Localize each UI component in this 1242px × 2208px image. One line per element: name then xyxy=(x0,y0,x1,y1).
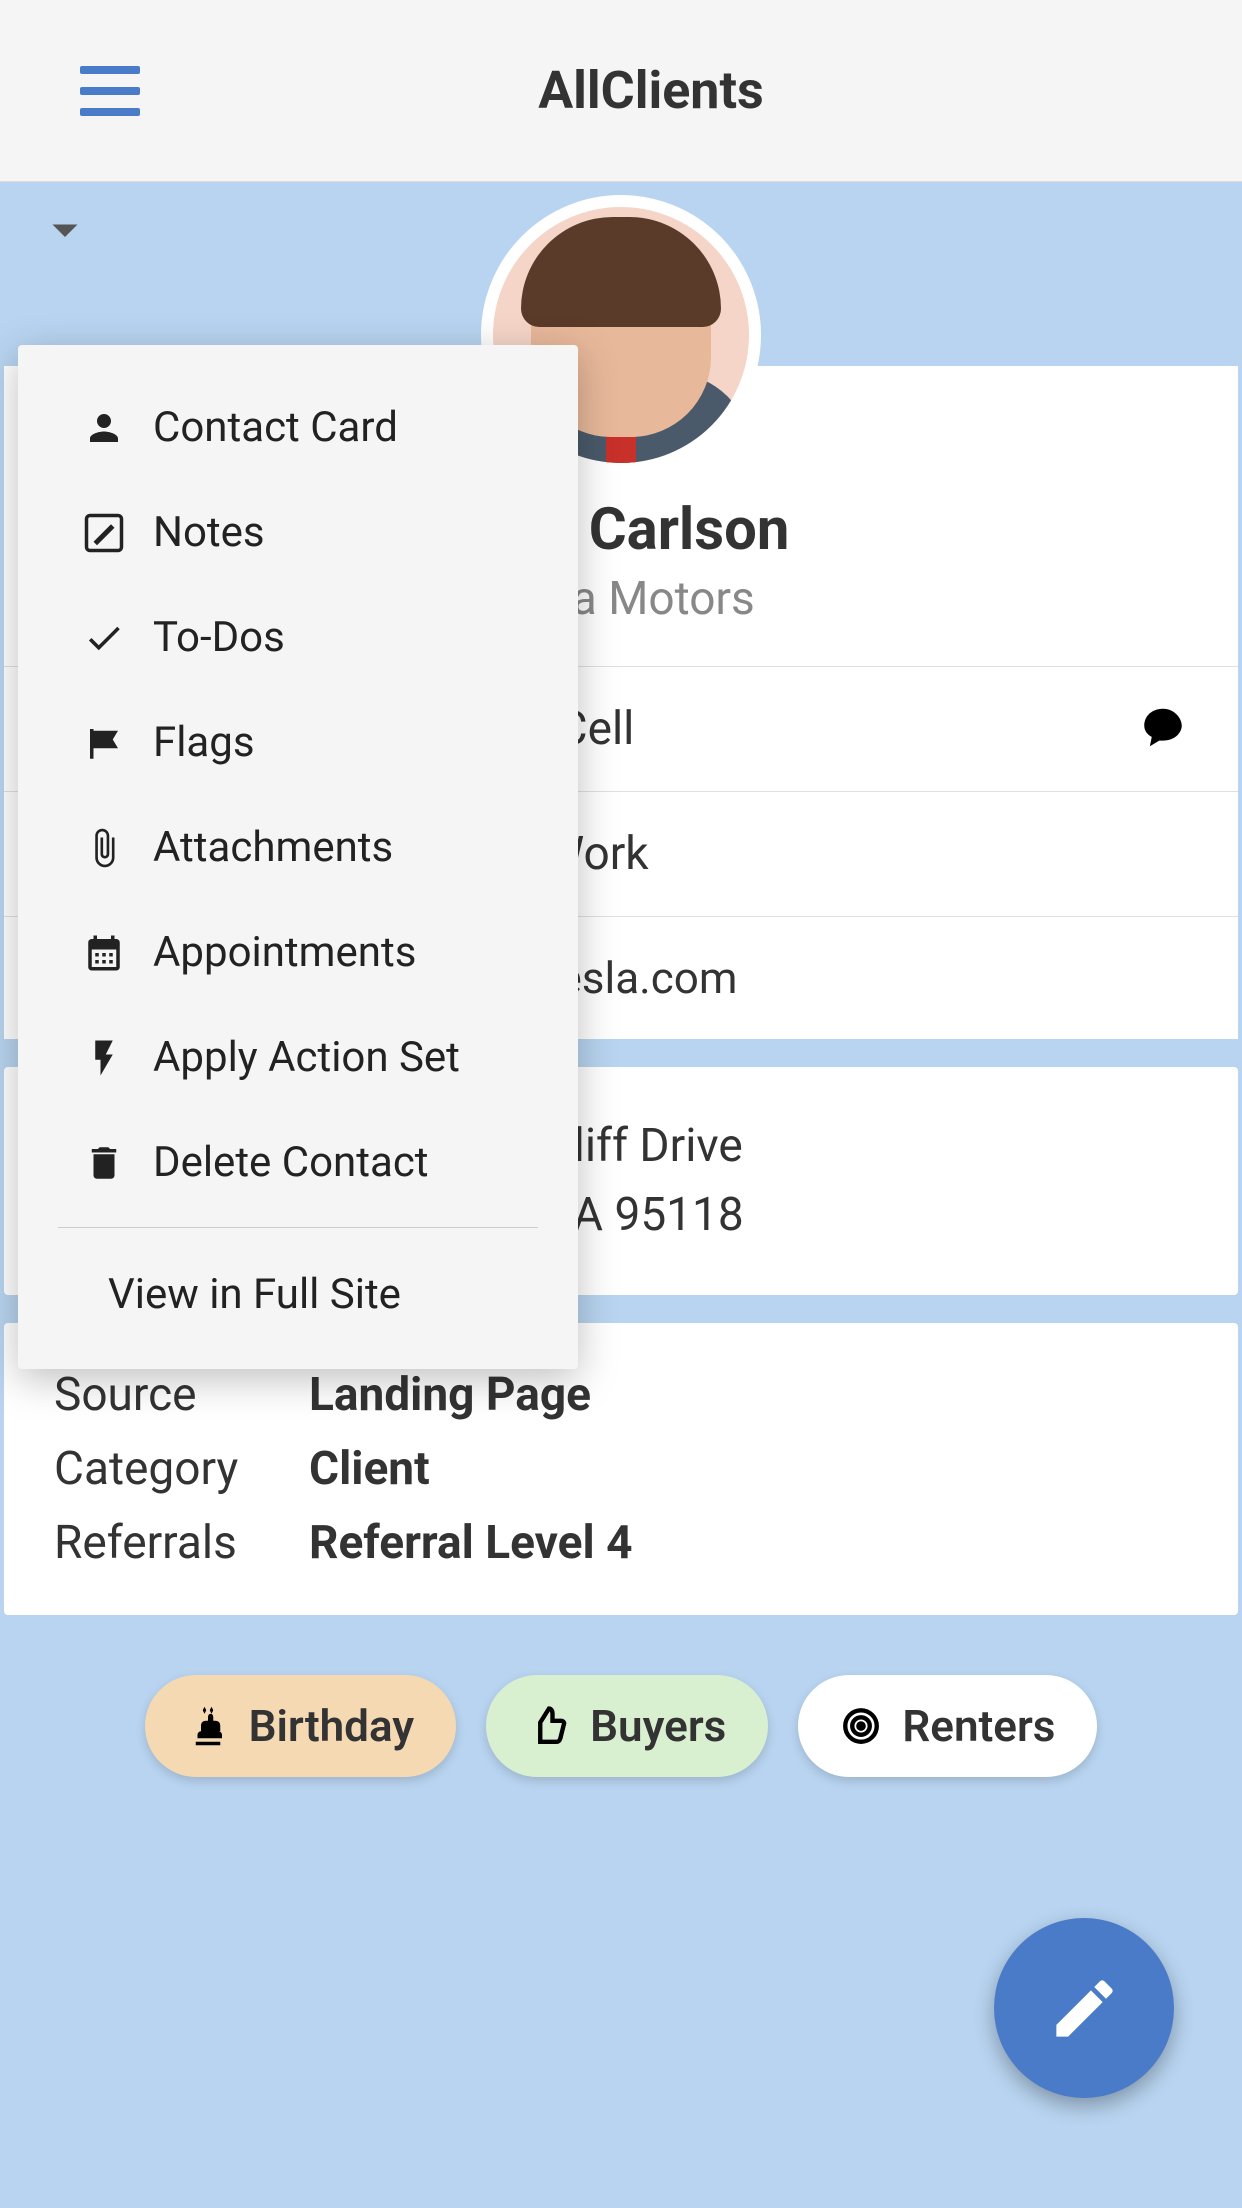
edit-icon xyxy=(83,512,125,554)
flag-icon xyxy=(83,722,125,764)
thumbsup-icon xyxy=(528,1705,570,1747)
menu-view-full-site[interactable]: View in Full Site xyxy=(18,1240,578,1339)
menu-notes[interactable]: Notes xyxy=(18,480,578,585)
menu-label: Contact Card xyxy=(153,403,398,452)
header: AllClients xyxy=(0,0,1242,182)
pencil-icon xyxy=(1047,1971,1122,2046)
menu-attachments[interactable]: Attachments xyxy=(18,795,578,900)
attachment-icon xyxy=(83,827,125,869)
calendar-icon xyxy=(83,932,125,974)
dropdown-menu: Contact Card Notes To-Dos Flags Attachme… xyxy=(18,345,578,1369)
divider xyxy=(58,1227,538,1228)
menu-label: To-Dos xyxy=(153,613,285,662)
tags-row: Birthday Buyers Renters xyxy=(0,1675,1242,1777)
menu-contact-card[interactable]: Contact Card xyxy=(18,375,578,480)
chat-icon[interactable] xyxy=(1138,705,1188,754)
bolt-icon xyxy=(83,1037,125,1079)
tag-renters[interactable]: Renters xyxy=(798,1675,1097,1777)
menu-appointments[interactable]: Appointments xyxy=(18,900,578,1005)
chevron-down-icon[interactable] xyxy=(50,222,80,246)
page-title: AllClients xyxy=(538,60,764,121)
menu-label: Attachments xyxy=(153,823,393,872)
menu-delete-contact[interactable]: Delete Contact xyxy=(18,1110,578,1215)
chip-label: Renters xyxy=(902,1700,1055,1752)
menu-icon[interactable] xyxy=(80,66,140,116)
menu-label: Delete Contact xyxy=(153,1138,429,1187)
meta-source: Source Landing Page xyxy=(54,1368,1188,1422)
check-icon xyxy=(83,617,125,659)
menu-label: View in Full Site xyxy=(108,1270,401,1319)
person-icon xyxy=(83,407,125,449)
trash-icon xyxy=(83,1142,125,1184)
menu-label: Appointments xyxy=(153,928,416,977)
menu-flags[interactable]: Flags xyxy=(18,690,578,795)
chip-label: Birthday xyxy=(249,1700,415,1752)
target-icon xyxy=(840,1705,882,1747)
menu-label: Notes xyxy=(153,508,265,557)
edit-fab[interactable] xyxy=(994,1918,1174,2098)
cake-icon xyxy=(187,1705,229,1747)
chip-label: Buyers xyxy=(590,1700,726,1752)
tag-buyers[interactable]: Buyers xyxy=(486,1675,768,1777)
menu-label: Flags xyxy=(153,718,255,767)
menu-label: Apply Action Set xyxy=(153,1033,460,1082)
menu-apply-action-set[interactable]: Apply Action Set xyxy=(18,1005,578,1110)
meta-category: Category Client xyxy=(54,1442,1188,1496)
meta-referrals: Referrals Referral Level 4 xyxy=(54,1516,1188,1570)
menu-todos[interactable]: To-Dos xyxy=(18,585,578,690)
tag-birthday[interactable]: Birthday xyxy=(145,1675,457,1777)
